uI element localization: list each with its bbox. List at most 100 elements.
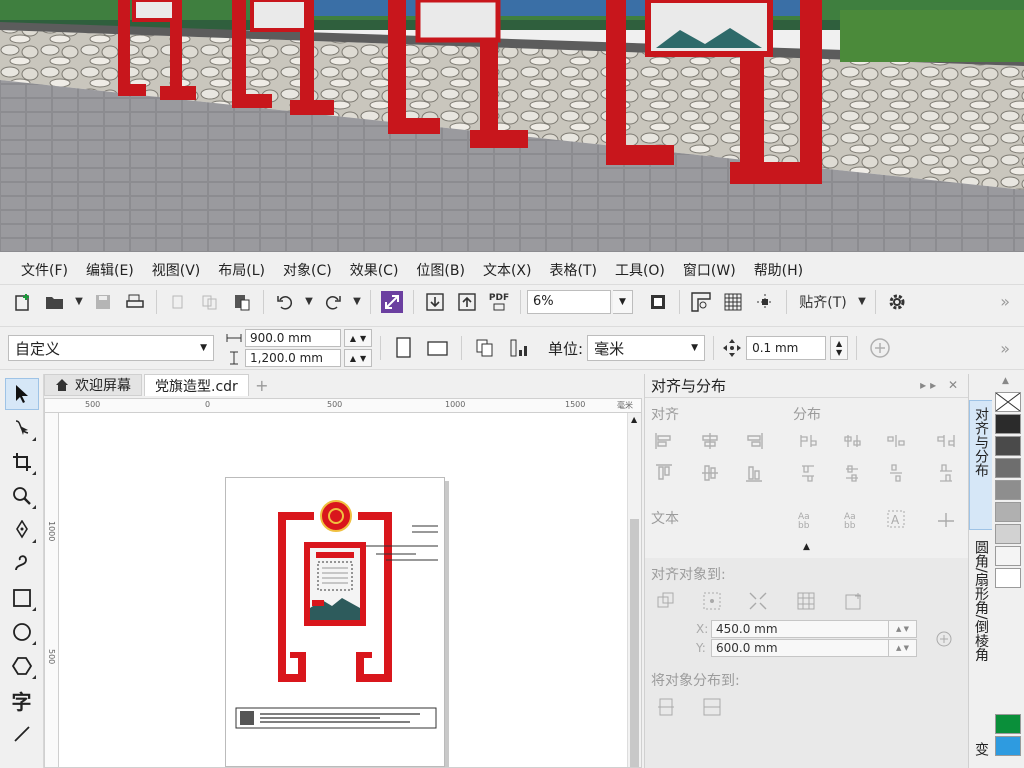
property-bar-overflow-icon[interactable]: » [1000, 339, 1010, 358]
menu-view[interactable]: 视图(V) [143, 258, 210, 282]
portrait-button[interactable] [389, 334, 419, 362]
palette-swatch[interactable] [995, 436, 1021, 456]
zoom-level-input[interactable]: 6% [527, 289, 611, 314]
page-height-input[interactable]: 1,200.0 mm [245, 349, 341, 367]
publish-pdf-button[interactable]: PDF [484, 288, 514, 316]
distribute-center-v-icon[interactable] [841, 462, 863, 484]
landscape-button[interactable] [423, 334, 453, 362]
palette-swatch[interactable] [995, 414, 1021, 434]
palette-swatch[interactable] [995, 524, 1021, 544]
distribute-selection-icon[interactable] [655, 696, 677, 718]
polygon-tool[interactable] [5, 650, 39, 682]
show-rulers-button[interactable] [686, 288, 716, 316]
import-button[interactable] [420, 288, 450, 316]
distribute-left-icon[interactable] [797, 430, 819, 452]
drawing-window[interactable]: 500 0 500 1000 1500 毫米 1000 500 ▲ [44, 398, 642, 768]
horizontal-ruler[interactable]: 500 0 500 1000 1500 毫米 [45, 399, 641, 413]
menu-object[interactable]: 对象(C) [274, 258, 341, 282]
distribute-spacing-v-icon[interactable] [885, 462, 907, 484]
add-point-icon[interactable] [933, 628, 955, 650]
text-tool[interactable]: 字 [5, 684, 39, 716]
menu-table[interactable]: 表格(T) [540, 258, 605, 282]
distribute-page-icon[interactable] [701, 696, 723, 718]
zoom-tool[interactable] [5, 480, 39, 512]
undo-dropdown[interactable]: ▼ [302, 288, 316, 316]
menu-file[interactable]: 文件(F) [12, 258, 77, 282]
align-right-icon[interactable] [743, 430, 765, 452]
freehand-tool[interactable] [5, 514, 39, 546]
align-center-h-icon[interactable] [699, 430, 721, 452]
undo-button[interactable] [270, 288, 300, 316]
align-top-icon[interactable] [653, 462, 675, 484]
new-document-button[interactable] [8, 288, 38, 316]
tab-fillet-scallop-chamfer[interactable]: 圆角/扇形角/倒棱角 [969, 534, 993, 734]
add-button[interactable] [865, 334, 895, 362]
paste-button[interactable] [227, 288, 257, 316]
full-screen-button[interactable] [643, 288, 673, 316]
flag-sign-artwork[interactable] [226, 478, 446, 768]
nudge-spinner[interactable]: ▲ ▼ [830, 336, 849, 360]
text-first-baseline-icon[interactable]: Aa bb [795, 508, 817, 530]
menu-effects[interactable]: 效果(C) [341, 258, 408, 282]
text-bounding-box-icon[interactable]: A [885, 508, 907, 530]
rectangle-tool[interactable] [5, 582, 39, 614]
crop-tool[interactable] [5, 446, 39, 478]
x-spinner[interactable]: ▲ ▼ [888, 621, 916, 637]
redo-dropdown[interactable]: ▼ [350, 288, 364, 316]
pick-tool[interactable] [4, 378, 39, 410]
page-width-input[interactable]: 900.0 mm [245, 329, 341, 347]
tab-document[interactable]: 党旗造型.cdr [144, 374, 249, 396]
snap-dropdown[interactable]: ▼ [855, 288, 869, 316]
open-button[interactable] [40, 288, 70, 316]
menu-bitmaps[interactable]: 位图(B) [407, 258, 474, 282]
docker-controls[interactable]: ▸▸ ✕ [920, 378, 962, 392]
text-last-baseline-icon[interactable]: Aa bb [841, 508, 863, 530]
distribute-right-icon[interactable] [935, 430, 957, 452]
cut-button[interactable] [163, 288, 193, 316]
tab-align-distribute[interactable]: 对齐与分布 [969, 400, 993, 530]
scrollbar-thumb[interactable] [630, 519, 639, 767]
active-object-icon[interactable] [655, 590, 677, 612]
palette-swatch[interactable] [995, 568, 1021, 588]
chevron-up-icon[interactable]: ▲ [631, 415, 637, 424]
export-button[interactable] [452, 288, 482, 316]
ellipse-tool[interactable] [5, 616, 39, 648]
palette-swatch[interactable] [995, 502, 1021, 522]
collapse-arrow-icon[interactable]: ▲ [803, 542, 810, 552]
no-color-swatch[interactable] [995, 392, 1021, 412]
nudge-distance-input[interactable]: 0.1 mm [746, 336, 827, 360]
distribute-spacing-h-icon[interactable] [885, 430, 907, 452]
menu-text[interactable]: 文本(X) [474, 258, 541, 282]
align-center-v-icon[interactable] [699, 462, 721, 484]
specified-point-icon[interactable] [843, 590, 865, 612]
save-button[interactable] [88, 288, 118, 316]
artistic-media-tool[interactable] [5, 548, 39, 580]
palette-swatch[interactable] [995, 480, 1021, 500]
shape-tool[interactable] [5, 412, 39, 444]
redo-button[interactable] [318, 288, 348, 316]
show-grid-button[interactable] [718, 288, 748, 316]
page-preset-select[interactable]: 自定义 ▼ [8, 335, 214, 361]
options-button[interactable] [882, 288, 912, 316]
tab-welcome-screen[interactable]: 欢迎屏幕 [44, 374, 142, 396]
copy-button[interactable] [195, 288, 225, 316]
palette-swatch[interactable] [995, 736, 1021, 756]
page-edge-icon[interactable] [701, 590, 723, 612]
snap-to-button[interactable]: 贴齐(T) [793, 288, 853, 316]
palette-swatch[interactable] [995, 714, 1021, 734]
grid-align-icon[interactable] [795, 590, 817, 612]
toolbar-overflow-icon[interactable]: » [1000, 292, 1010, 311]
palette-swatch[interactable] [995, 458, 1021, 478]
x-coordinate-input[interactable]: X: 450.0 mm ▲ ▼ [696, 620, 917, 638]
parallel-dimension-tool[interactable] [5, 718, 39, 750]
palette-swatch[interactable] [995, 546, 1021, 566]
text-baseline-icon[interactable] [935, 508, 957, 530]
print-button[interactable] [120, 288, 150, 316]
zoom-dropdown[interactable]: ▼ [613, 289, 633, 314]
page-height-spinner[interactable]: ▲ ▼ [344, 349, 372, 367]
page-center-icon[interactable] [747, 590, 769, 612]
vertical-ruler[interactable]: 1000 500 [45, 413, 59, 767]
canvas-desktop[interactable] [59, 413, 629, 768]
search-content-button[interactable] [377, 288, 407, 316]
menu-help[interactable]: 帮助(H) [745, 258, 812, 282]
